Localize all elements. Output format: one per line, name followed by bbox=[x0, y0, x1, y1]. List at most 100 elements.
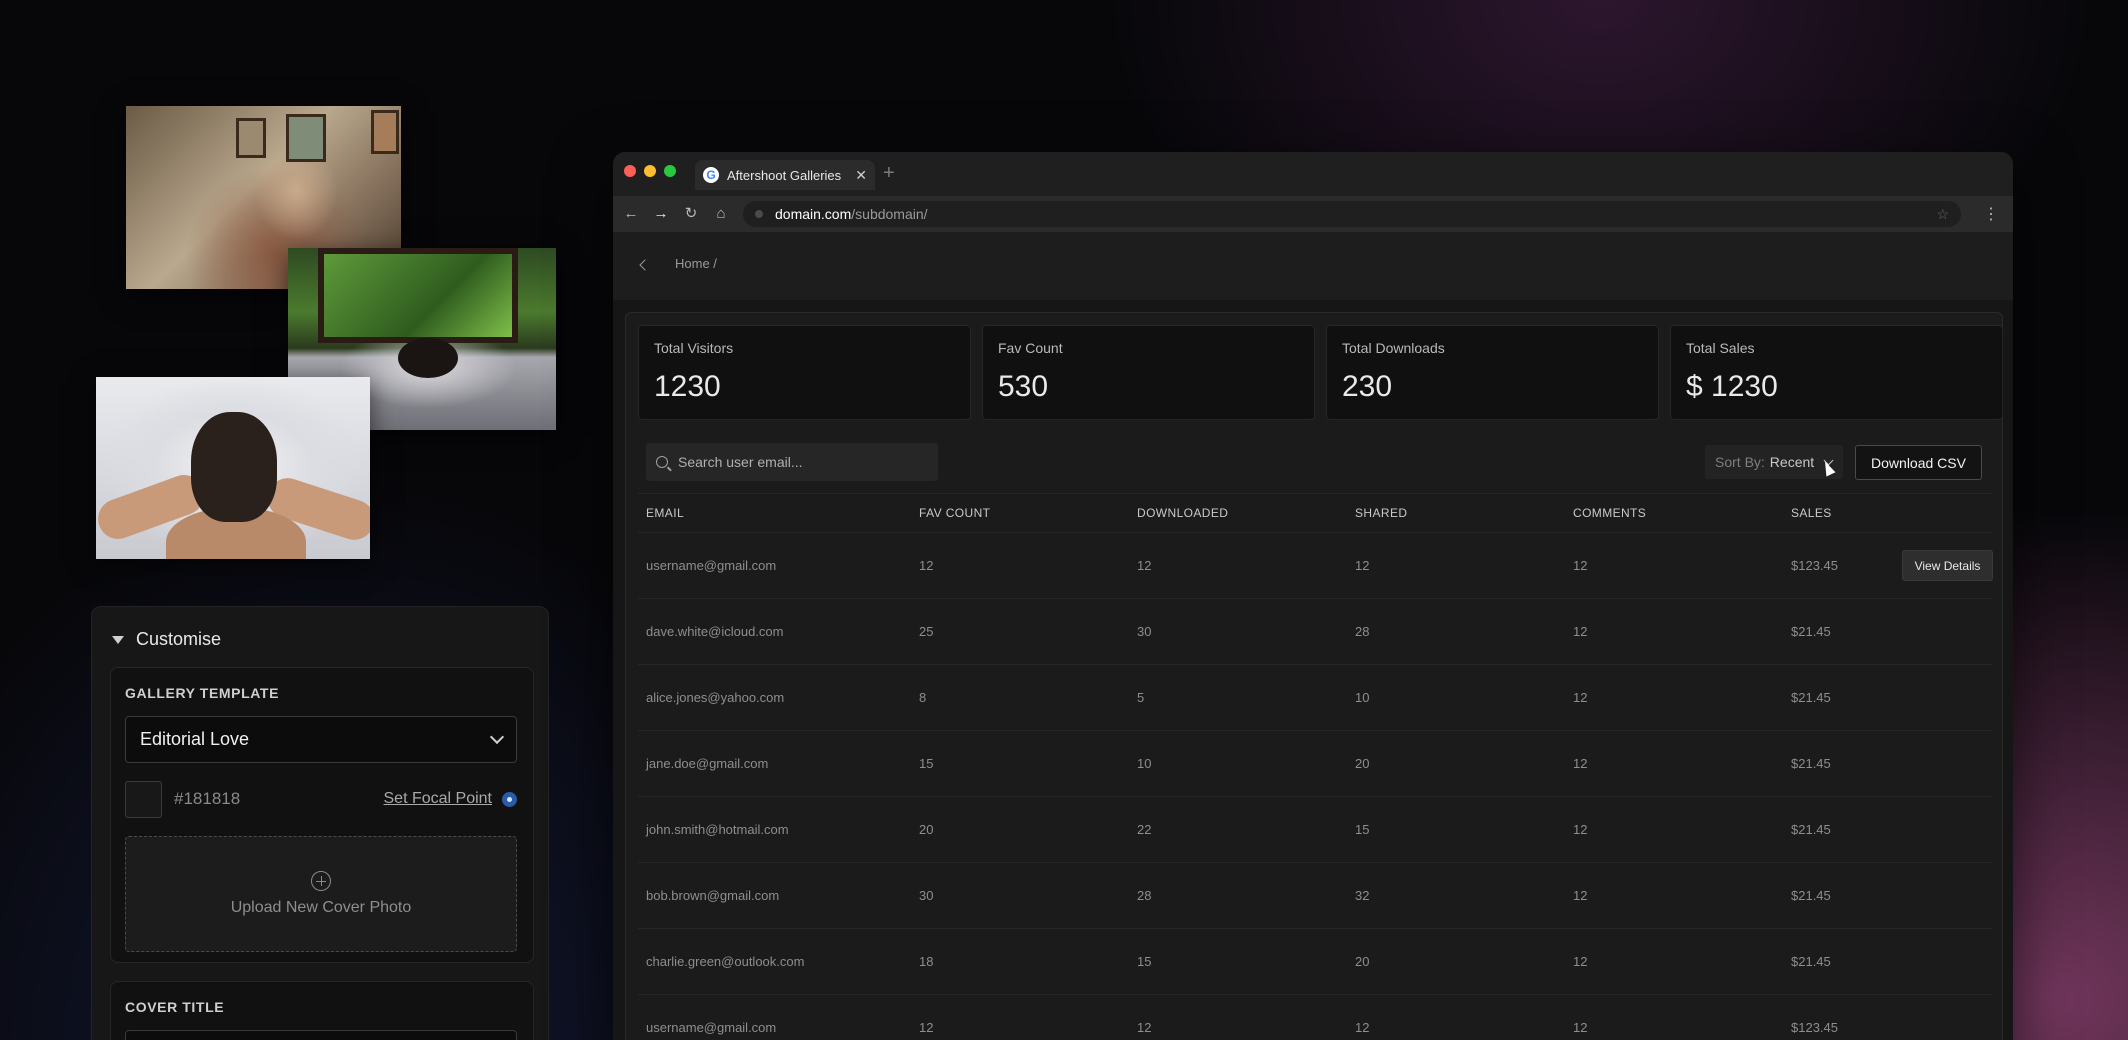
cell-comments: 12 bbox=[1573, 954, 1588, 969]
new-tab-icon[interactable]: + bbox=[883, 162, 895, 185]
color-hex-value[interactable]: #181818 bbox=[174, 789, 240, 809]
cell-email: username@gmail.com bbox=[646, 558, 777, 573]
download-csv-button[interactable]: Download CSV bbox=[1855, 445, 1982, 480]
cell-email: dave.white@icloud.com bbox=[646, 624, 784, 639]
cell-fav-count: 12 bbox=[919, 558, 934, 573]
cell-shared: 15 bbox=[1355, 822, 1370, 837]
cell-fav-count: 12 bbox=[919, 1020, 934, 1035]
breadcrumb[interactable]: Home / bbox=[675, 256, 717, 271]
stat-label: Total Downloads bbox=[1342, 340, 1445, 356]
focal-point-icon[interactable] bbox=[502, 791, 517, 807]
table-row[interactable]: john.smith@hotmail.com 20 22 15 12 $21.4… bbox=[638, 797, 1992, 863]
minimize-window-icon[interactable] bbox=[644, 165, 656, 177]
cell-downloaded: 30 bbox=[1137, 624, 1152, 639]
cell-shared: 28 bbox=[1355, 624, 1370, 639]
table-row[interactable]: bob.brown@gmail.com 30 28 32 12 $21.45 bbox=[638, 863, 1992, 929]
wall-frame bbox=[371, 110, 399, 154]
cell-sales: $21.45 bbox=[1791, 624, 1831, 639]
cell-fav-count: 30 bbox=[919, 888, 934, 903]
cell-shared: 12 bbox=[1355, 1020, 1370, 1035]
cell-sales: $21.45 bbox=[1791, 954, 1831, 969]
breadcrumb-bar: Home / bbox=[613, 232, 2013, 300]
tab-title: Aftershoot Galleries bbox=[727, 167, 842, 183]
browser-menu-icon[interactable]: ⋮ bbox=[1983, 204, 1999, 224]
template-select[interactable]: Editorial Love bbox=[125, 716, 517, 763]
tab-close-icon[interactable]: ✕ bbox=[855, 167, 867, 184]
users-table: EMAIL FAV COUNT DOWNLOADED SHARED COMMEN… bbox=[638, 493, 1993, 1040]
cell-fav-count: 18 bbox=[919, 954, 934, 969]
bookmark-star-icon[interactable]: ☆ bbox=[1936, 206, 1949, 223]
view-details-button[interactable]: View Details bbox=[1902, 550, 1993, 581]
column-header-downloaded[interactable]: DOWNLOADED bbox=[1129, 506, 1347, 520]
back-arrow-icon[interactable]: ← bbox=[623, 205, 639, 222]
dashboard-frame: Total Visitors 1230 Fav Count 530 Total … bbox=[625, 312, 2003, 1040]
stats-row: Total Visitors 1230 Fav Count 530 Total … bbox=[638, 325, 2003, 420]
cell-shared: 32 bbox=[1355, 888, 1370, 903]
cell-sales: $123.45 bbox=[1791, 1020, 1838, 1035]
cell-comments: 12 bbox=[1573, 756, 1588, 771]
table-row[interactable]: jane.doe@gmail.com 15 10 20 12 $21.45 bbox=[638, 731, 1992, 797]
browser-tab[interactable]: G Aftershoot Galleries ✕ bbox=[695, 160, 875, 190]
stat-value: $ 1230 bbox=[1686, 370, 1778, 403]
column-header-sales[interactable]: SALES bbox=[1783, 506, 1883, 520]
cell-shared: 12 bbox=[1355, 558, 1370, 573]
column-header-fav-count[interactable]: FAV COUNT bbox=[911, 506, 1129, 520]
search-icon bbox=[656, 456, 668, 468]
set-focal-point-link[interactable]: Set Focal Point bbox=[384, 790, 493, 808]
forward-arrow-icon[interactable]: → bbox=[653, 205, 669, 222]
upload-cover-dropzone[interactable]: Upload New Cover Photo bbox=[125, 836, 517, 952]
browser-window: G Aftershoot Galleries ✕ + ← → ↻ ⌂ domai… bbox=[613, 152, 2013, 1040]
page-content: Home / Total Visitors 1230 Fav Count 530… bbox=[613, 232, 2013, 1040]
cell-comments: 12 bbox=[1573, 690, 1588, 705]
cover-title-input[interactable] bbox=[125, 1030, 517, 1040]
cell-downloaded: 15 bbox=[1137, 954, 1152, 969]
stat-card-total-downloads: Total Downloads 230 bbox=[1326, 325, 1659, 420]
chevron-left-icon[interactable] bbox=[639, 259, 651, 271]
home-icon[interactable]: ⌂ bbox=[713, 205, 729, 222]
column-header-email[interactable]: EMAIL bbox=[638, 506, 911, 520]
cell-comments: 12 bbox=[1573, 822, 1588, 837]
cell-email: john.smith@hotmail.com bbox=[646, 822, 789, 837]
cell-shared: 20 bbox=[1355, 756, 1370, 771]
sort-label: Sort By: bbox=[1715, 454, 1765, 470]
nav-controls: ← → ↻ ⌂ bbox=[623, 204, 729, 223]
table-row[interactable]: dave.white@icloud.com 25 30 28 12 $21.45 bbox=[638, 599, 1992, 665]
table-row[interactable]: username@gmail.com 12 12 12 12 $123.45 V… bbox=[638, 533, 1993, 599]
url-path: /subdomain/ bbox=[851, 206, 928, 222]
hair bbox=[398, 338, 458, 378]
wall-frame bbox=[236, 118, 266, 158]
cell-sales: $21.45 bbox=[1791, 690, 1831, 705]
cell-downloaded: 12 bbox=[1137, 1020, 1152, 1035]
url-field[interactable]: domain.com /subdomain/ ☆ bbox=[743, 201, 1961, 227]
reload-icon[interactable]: ↻ bbox=[683, 204, 699, 222]
google-favicon-icon: G bbox=[703, 167, 719, 183]
cell-shared: 10 bbox=[1355, 690, 1370, 705]
table-row[interactable]: username@gmail.com 12 12 12 12 $123.45 bbox=[638, 995, 1992, 1040]
stat-card-total-sales: Total Sales $ 1230 bbox=[1670, 325, 2003, 420]
column-header-comments[interactable]: COMMENTS bbox=[1565, 506, 1783, 520]
cell-sales: $123.45 bbox=[1791, 558, 1838, 573]
stat-value: 530 bbox=[998, 370, 1049, 403]
customise-toggle[interactable]: Customise bbox=[112, 629, 221, 650]
cover-title-label: COVER TITLE bbox=[125, 999, 225, 1015]
caret-down-icon bbox=[112, 635, 124, 644]
url-domain: domain.com bbox=[775, 206, 852, 222]
color-row: #181818 Set Focal Point bbox=[125, 780, 517, 818]
address-bar: ← → ↻ ⌂ domain.com /subdomain/ ☆ ⋮ bbox=[613, 196, 2013, 232]
search-bar bbox=[646, 443, 938, 481]
sort-value: Recent bbox=[1769, 454, 1815, 470]
column-header-shared[interactable]: SHARED bbox=[1347, 506, 1565, 520]
table-row[interactable]: alice.jones@yahoo.com 8 5 10 12 $21.45 bbox=[638, 665, 1992, 731]
search-input[interactable] bbox=[678, 454, 918, 470]
close-window-icon[interactable] bbox=[624, 165, 636, 177]
template-select-value: Editorial Love bbox=[140, 729, 250, 749]
table-row[interactable]: charlie.green@outlook.com 18 15 20 12 $2… bbox=[638, 929, 1992, 995]
gallery-template-card: GALLERY TEMPLATE Editorial Love #181818 … bbox=[110, 667, 534, 963]
stat-card-total-visitors: Total Visitors 1230 bbox=[638, 325, 971, 420]
color-swatch[interactable] bbox=[125, 780, 162, 818]
site-info-icon[interactable] bbox=[755, 210, 763, 218]
maximize-window-icon[interactable] bbox=[664, 165, 676, 177]
cell-sales: $21.45 bbox=[1791, 756, 1831, 771]
cell-fav-count: 8 bbox=[919, 690, 927, 705]
cover-title-card: COVER TITLE bbox=[110, 981, 534, 1040]
